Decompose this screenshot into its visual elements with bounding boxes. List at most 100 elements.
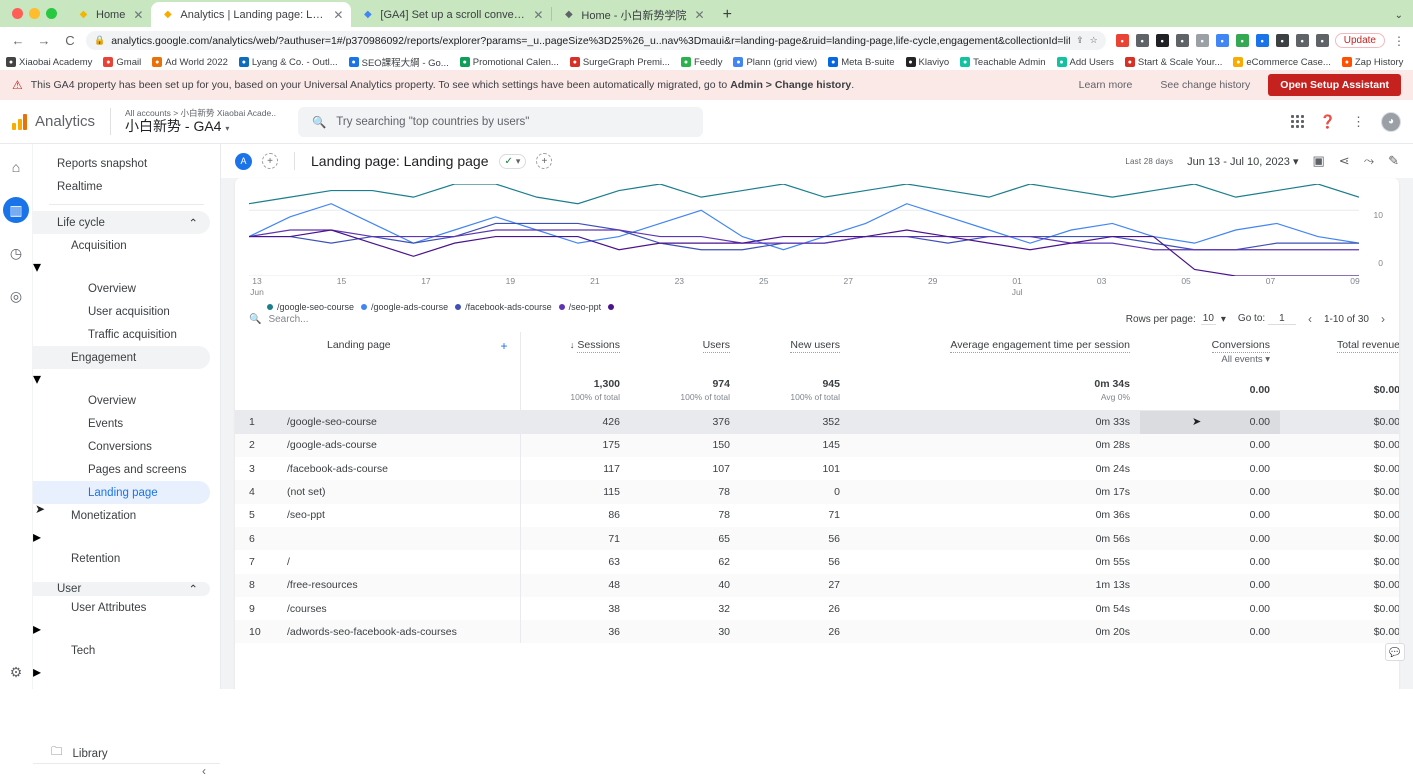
more-vert-icon[interactable]: ⋮ (1352, 114, 1365, 130)
compare-icon[interactable]: ⤳ (1364, 153, 1374, 169)
cell-landing-page[interactable]: (not set) (281, 480, 520, 503)
collapse-sidebar-button[interactable]: ‹ (33, 763, 220, 778)
browser-tab[interactable]: ◆Home✕ (67, 2, 151, 27)
comparison-badge[interactable]: A (235, 153, 252, 170)
sidebar-item-pages-and-screens[interactable]: Pages and screens (33, 458, 210, 481)
cell-landing-page[interactable]: /google-ads-course (281, 434, 520, 457)
table-row[interactable]: 10/adwords-seo-facebook-ads-courses36302… (235, 620, 1399, 643)
caret-right-icon[interactable]: ▸ (33, 621, 41, 638)
table-row[interactable]: 8/free-resources4840271m 13s0.00$0.00 (235, 574, 1399, 597)
bookmark-item[interactable]: ●Gmail (103, 57, 141, 68)
bookmark-item[interactable]: ●Plann (grid view) (733, 57, 817, 68)
close-tab-icon[interactable]: ✕ (331, 8, 343, 22)
sidebar-item-landing-page[interactable]: Landing page (33, 481, 210, 504)
cell-landing-page[interactable] (281, 527, 520, 550)
column-header-new-users[interactable]: New users (740, 332, 850, 372)
share-icon[interactable]: ⋖ (1339, 153, 1350, 169)
sidebar-item-traffic-acquisition[interactable]: Traffic acquisition (33, 323, 210, 346)
column-header-sublabel[interactable]: All events ▾ (1150, 354, 1270, 365)
window-traffic-lights[interactable] (8, 0, 67, 27)
bookmark-item[interactable]: ●Zap History (1342, 57, 1404, 68)
add-dimension-button[interactable]: + (536, 153, 552, 169)
dimension-status-pill[interactable]: ✓▾ (499, 154, 527, 169)
share-icon[interactable]: ⇪ (1076, 35, 1084, 46)
green-icon[interactable]: • (1236, 34, 1249, 47)
cell-landing-page[interactable]: /facebook-ads-course (281, 457, 520, 480)
home-icon[interactable]: ⌂ (3, 154, 29, 180)
cell-landing-page[interactable]: /free-resources (281, 574, 520, 597)
window-icon[interactable]: • (1216, 34, 1229, 47)
bookmark-item[interactable]: ●Add Users (1057, 57, 1114, 68)
date-range-picker[interactable]: Jun 13 - Jul 10, 2023 ▾ (1187, 155, 1298, 168)
caret-down-icon[interactable]: ▾ (225, 124, 229, 133)
column-header-average-engagement-time-per-session[interactable]: Average engagement time per session (850, 332, 1140, 372)
bookmark-item[interactable]: ●Xiaobai Academy (6, 57, 92, 68)
cell-landing-page[interactable]: /courses (281, 597, 520, 620)
address-bar[interactable]: 🔒 analytics.google.com/analytics/web/?au… (86, 31, 1106, 50)
bookmark-star-icon[interactable]: ☆ (1090, 35, 1098, 46)
sidebar-item-monetization[interactable]: Monetization (33, 504, 210, 527)
chevron-down-icon[interactable]: ⌄ (1395, 10, 1403, 21)
close-tab-icon[interactable]: ✕ (693, 8, 705, 22)
sidebar-item-user-acquisition[interactable]: User acquisition (33, 300, 210, 323)
close-window-button[interactable] (12, 8, 23, 19)
chevron-up-icon[interactable]: ⌃ (188, 216, 198, 230)
bookmark-item[interactable]: ●Promotional Calen... (460, 57, 559, 68)
sidebar-item-realtime[interactable]: Realtime (33, 175, 210, 198)
add-comparison-button[interactable]: + (262, 153, 278, 169)
minimize-window-button[interactable] (29, 8, 40, 19)
sidebar-item-acquisition[interactable]: Acquisition (33, 234, 210, 257)
edit-icon[interactable]: ✎ (1388, 153, 1399, 169)
avatar[interactable]: ◕ (1381, 112, 1401, 132)
cloud-icon[interactable]: • (1196, 34, 1209, 47)
sidebar-item-retention[interactable]: Retention (33, 547, 210, 570)
caret-right-icon[interactable]: ▸ (33, 664, 41, 681)
browser-tab[interactable]: ◆Analytics | Landing page: Land✕ (151, 2, 351, 27)
sidebar-item-conversions[interactable]: Conversions (33, 435, 210, 458)
next-page-button[interactable]: › (1381, 312, 1385, 326)
plus-icon[interactable]: + (500, 339, 507, 353)
caret-down-icon[interactable]: ▾ (33, 259, 41, 276)
bookmark-item[interactable]: ●Lyang & Co. - Outl... (239, 57, 338, 68)
sidebar-item-life-cycle[interactable]: Life cycle⌃ (33, 211, 210, 234)
table-row[interactable]: 9/courses3832260m 54s0.00$0.00 (235, 597, 1399, 620)
table-row[interactable]: 2/google-ads-course1751501450m 28s0.00$0… (235, 434, 1399, 457)
insights-icon[interactable]: ▣ (1312, 153, 1324, 169)
update-button[interactable]: Update (1335, 33, 1385, 48)
caret-right-icon[interactable]: ▸ (33, 529, 41, 546)
sidebar-item-overview[interactable]: Overview (33, 389, 210, 412)
sidebar-item-library[interactable]: 🗀 Library (33, 744, 220, 763)
table-row[interactable]: 4(not set)1157800m 17s0.00$0.00 (235, 480, 1399, 503)
sidebar-item-tech[interactable]: Tech (33, 639, 210, 662)
close-tab-icon[interactable]: ✕ (131, 8, 143, 22)
pen-icon[interactable]: • (1136, 34, 1149, 47)
m-icon[interactable]: • (1116, 34, 1129, 47)
blue-icon[interactable]: • (1256, 34, 1269, 47)
bookmark-item[interactable]: ●Klaviyo (906, 57, 950, 68)
nav-section-user[interactable]: User ⌃ (33, 582, 210, 596)
m-box-icon[interactable]: • (1156, 34, 1169, 47)
cell-landing-page[interactable]: /seo-ppt (281, 504, 520, 527)
advertising-icon[interactable]: ◎ (3, 283, 29, 309)
bookmark-item[interactable]: ●Teachable Admin (960, 57, 1045, 68)
table-row[interactable]: 7/6362560m 55s0.00$0.00 (235, 550, 1399, 573)
sidebar-item-events[interactable]: Events (33, 412, 210, 435)
bookmark-item[interactable]: ●eCommerce Case... (1233, 57, 1330, 68)
sidebar-item-reports-snapshot[interactable]: Reports snapshot (33, 152, 210, 175)
maximize-window-button[interactable] (46, 8, 57, 19)
new-tab-button[interactable]: + (713, 6, 742, 27)
see-change-history-link[interactable]: See change history (1150, 79, 1260, 91)
back-button[interactable]: ← (8, 33, 28, 48)
property-selector[interactable]: All accounts > 小白新势 Xiaobai Acade.. 小白新势… (110, 108, 276, 135)
reports-icon[interactable]: ▥ (3, 197, 29, 223)
cell-landing-page[interactable]: / (281, 550, 520, 573)
bookmark-item[interactable]: ●SurgeGraph Premi... (570, 57, 670, 68)
reload-button[interactable]: C (60, 33, 80, 48)
sidebar-item-user-attributes[interactable]: User Attributes (33, 596, 210, 619)
browser-menu-icon[interactable]: ⋮ (1391, 34, 1405, 48)
column-header-sessions[interactable]: ↓Sessions (520, 332, 630, 372)
split-icon[interactable]: • (1296, 34, 1309, 47)
open-setup-assistant-button[interactable]: Open Setup Assistant (1268, 74, 1401, 96)
table-row[interactable]: 3/facebook-ads-course1171071010m 24s0.00… (235, 457, 1399, 480)
bookmark-item[interactable]: ●Start & Scale Your... (1125, 57, 1223, 68)
